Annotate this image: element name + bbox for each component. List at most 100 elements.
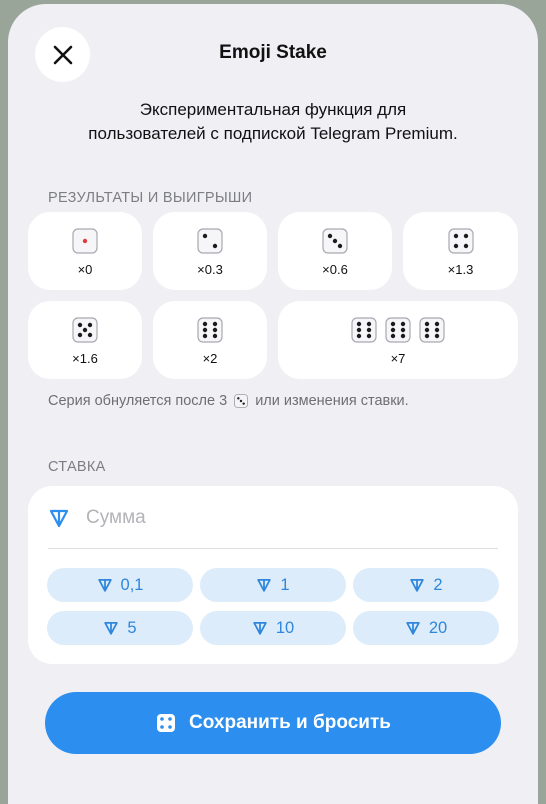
dice-pip — [434, 327, 440, 332]
result-tile: ×1.6 — [28, 301, 142, 379]
dice-pip — [366, 321, 372, 326]
stake-section-label: СТАВКА — [48, 459, 106, 475]
dice-pip — [202, 333, 208, 338]
dice-icon — [72, 316, 98, 343]
ton-icon — [410, 579, 425, 592]
dice-pip — [400, 333, 406, 338]
result-tile: ×1.3 — [403, 212, 518, 290]
dice-pip — [212, 243, 218, 248]
dice-pip — [212, 327, 218, 332]
save-and-roll-button[interactable]: Сохранить и бросить — [45, 692, 501, 754]
dice-row — [446, 226, 476, 256]
result-tile: ×0 — [28, 212, 142, 290]
ton-icon — [97, 579, 112, 592]
dice-icon — [419, 316, 445, 343]
dice-row — [195, 315, 225, 345]
result-multiplier: ×0 — [77, 261, 93, 277]
streak-note-text-end: или изменения ставки. — [255, 393, 409, 409]
dice-pip — [400, 327, 406, 332]
dice-pip — [82, 327, 88, 332]
dice-icon — [197, 316, 223, 343]
dice-icon — [72, 227, 98, 254]
dice-icon — [234, 394, 248, 408]
amount-row — [48, 506, 468, 530]
streak-note-text-start: Серия обнуляется после 3 — [48, 393, 228, 409]
dice-pip — [463, 233, 468, 238]
dice-pip — [87, 322, 93, 327]
result-tile: ×0.6 — [278, 212, 392, 290]
stake-chip-label: 10 — [275, 618, 295, 637]
dice-pip — [337, 243, 343, 248]
dice-pip — [332, 238, 338, 243]
bottom-sheet: Emoji Stake Экспериментальная функция дл… — [8, 4, 538, 804]
stake-chip[interactable]: 5 — [47, 611, 193, 645]
dice-pip — [82, 238, 88, 243]
result-multiplier: ×2 — [202, 350, 218, 366]
dice-icon — [322, 227, 348, 254]
dice-pip — [424, 321, 430, 326]
dice-pip — [202, 321, 208, 326]
ton-icon — [253, 622, 267, 635]
dice-pip — [390, 327, 396, 332]
dice-icon — [447, 227, 474, 254]
dice-pip — [434, 321, 440, 326]
dice-pip — [390, 333, 396, 338]
dice-row — [195, 226, 225, 256]
dice-pip — [366, 333, 372, 338]
stake-chip-label: 0,1 — [120, 575, 144, 594]
stake-card: 0,1 1 2 5 10 20 — [28, 486, 518, 664]
dice-icon — [157, 714, 176, 732]
dice-row — [349, 315, 447, 345]
dice-pip — [453, 233, 458, 238]
dice-pip — [356, 327, 362, 332]
dice-pip — [390, 321, 396, 326]
stake-chip[interactable]: 2 — [353, 568, 499, 602]
dice-pip — [202, 327, 208, 332]
save-and-roll-label: Сохранить и бросить — [189, 712, 391, 733]
ton-icon — [104, 622, 119, 635]
dice-pip — [202, 233, 208, 238]
dice-pip — [77, 332, 83, 337]
result-tile: ×7 — [278, 301, 518, 379]
dice-pip — [434, 333, 440, 338]
dice-icon — [197, 227, 223, 254]
results-section-label: РЕЗУЛЬТАТЫ И ВЫИГРЫШИ — [48, 190, 253, 206]
dice-pip — [400, 321, 406, 326]
dice-pip — [424, 333, 430, 338]
dice-pip — [212, 333, 218, 338]
dice-row — [320, 226, 350, 256]
stake-chip-label: 1 — [280, 575, 290, 594]
stake-chip[interactable]: 10 — [200, 611, 346, 645]
result-multiplier: ×1.6 — [72, 350, 98, 366]
dice-pip — [87, 332, 93, 337]
stake-chip-label: 5 — [127, 618, 137, 637]
subtitle-line-2: пользователей с подпиской Telegram Premi… — [88, 124, 458, 143]
dice-icon — [385, 316, 411, 343]
amount-divider — [48, 548, 498, 549]
dice-row — [70, 315, 100, 345]
amount-input[interactable] — [84, 506, 468, 530]
ton-icon — [406, 622, 420, 635]
result-tile: ×2 — [153, 301, 267, 379]
dice-pip — [356, 333, 362, 338]
result-multiplier: ×0.3 — [197, 261, 223, 277]
dice-pip — [463, 243, 468, 248]
subtitle-line-1: Экспериментальная функция для — [139, 100, 407, 119]
stake-chip[interactable]: 1 — [200, 568, 346, 602]
dice-pip — [212, 321, 218, 326]
ton-icon — [49, 509, 69, 528]
sheet-title: Emoji Stake — [219, 42, 327, 63]
ton-icon — [257, 579, 272, 592]
stake-chip[interactable]: 20 — [353, 611, 499, 645]
result-multiplier: ×1.3 — [447, 261, 474, 277]
dice-pip — [77, 322, 83, 327]
result-tile: ×0.3 — [153, 212, 267, 290]
dice-row — [70, 226, 100, 256]
dice-icon — [351, 316, 377, 343]
sheet-subtitle: Экспериментальная функция для пользовате… — [48, 98, 498, 146]
dice-pip — [424, 327, 430, 332]
result-multiplier: ×0.6 — [322, 261, 348, 277]
stake-chip-label: 20 — [428, 618, 448, 637]
streak-note: Серия обнуляется после 3 или изменения с… — [48, 393, 409, 409]
stake-chip[interactable]: 0,1 — [47, 568, 193, 602]
